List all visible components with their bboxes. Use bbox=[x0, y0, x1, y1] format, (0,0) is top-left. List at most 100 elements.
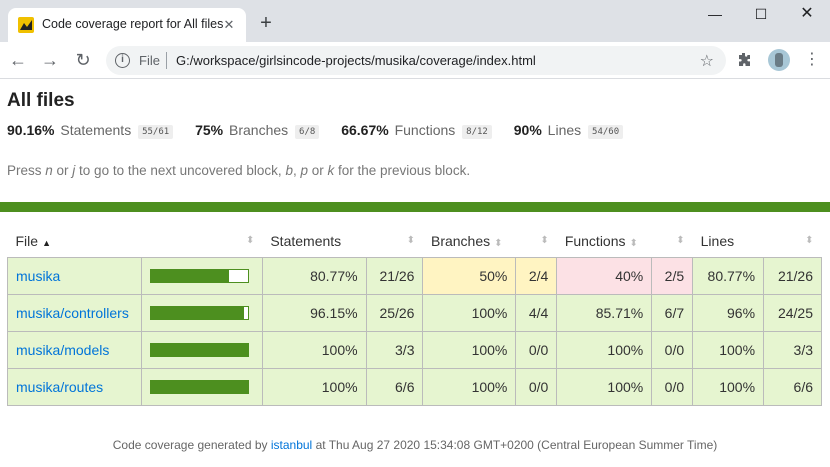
lines-pct-cell: 80.77% bbox=[692, 256, 765, 295]
col-header-statements-raw[interactable]: ⬍ bbox=[366, 225, 423, 257]
coverage-bar-fill bbox=[150, 380, 248, 393]
summary-fraction: 55/61 bbox=[138, 125, 174, 139]
minimize-button[interactable]: — bbox=[692, 0, 738, 30]
istanbul-link[interactable]: istanbul bbox=[271, 438, 312, 452]
functions-frac-cell: 6/7 bbox=[651, 293, 694, 332]
col-header-lines[interactable]: Lines bbox=[693, 225, 764, 257]
star-icon[interactable]: ☆ bbox=[700, 51, 714, 71]
col-header-functions[interactable]: Functions ⬍ bbox=[557, 225, 652, 257]
file-cell[interactable]: musika/routes bbox=[7, 367, 142, 406]
col-header-branches[interactable]: Branches ⬍ bbox=[423, 225, 516, 257]
branches-frac-cell: 0/0 bbox=[515, 330, 558, 369]
file-link[interactable]: musika bbox=[16, 268, 60, 284]
browser-tab[interactable]: Code coverage report for All files ✕ bbox=[8, 8, 246, 42]
statements-pct-cell: 100% bbox=[261, 367, 367, 406]
summary-fraction: 8/12 bbox=[462, 125, 492, 139]
col-header-file-bar[interactable]: ⬍ bbox=[141, 225, 262, 257]
coverage-bar bbox=[149, 342, 249, 357]
summary-label: Branches bbox=[229, 122, 289, 138]
lines-pct-cell: 100% bbox=[692, 330, 765, 369]
summary-label: Statements bbox=[60, 122, 132, 138]
col-header-functions-raw[interactable]: ⬍ bbox=[652, 225, 693, 257]
file-cell[interactable]: musika bbox=[7, 256, 142, 295]
functions-pct-cell: 100% bbox=[556, 330, 653, 369]
summary-pct: 66.67% bbox=[341, 122, 389, 138]
col-header-lines-raw[interactable]: ⬍ bbox=[764, 225, 822, 257]
branches-pct-cell: 50% bbox=[422, 256, 517, 295]
file-link[interactable]: musika/models bbox=[16, 342, 109, 358]
statements-pct-cell: 80.77% bbox=[261, 256, 367, 295]
table-row: musika 80.77% 21/26 50% 2/4 40% 2/5 80.77% 21/26 bbox=[7, 256, 822, 295]
coverage-page: All files 90.16% Statements 55/61 75% Br… bbox=[0, 80, 830, 467]
info-icon[interactable]: i bbox=[115, 53, 130, 68]
lines-pct-cell: 100% bbox=[692, 367, 765, 406]
col-header-file[interactable]: File ▲ bbox=[8, 225, 142, 257]
functions-frac-cell: 0/0 bbox=[651, 330, 694, 369]
functions-pct-cell: 100% bbox=[556, 367, 653, 406]
new-tab-button[interactable]: + bbox=[256, 13, 276, 33]
branches-frac-cell: 2/4 bbox=[515, 256, 558, 295]
sort-icon: ⬍ bbox=[805, 235, 814, 247]
statements-pct-cell: 96.15% bbox=[261, 293, 367, 332]
summary-statements: 90.16% Statements 55/61 bbox=[7, 122, 174, 139]
summary-fraction: 54/60 bbox=[588, 125, 624, 139]
file-link[interactable]: musika/routes bbox=[16, 379, 103, 395]
reload-button[interactable]: ↻ bbox=[71, 49, 95, 73]
page-title: All files bbox=[7, 90, 75, 111]
file-link[interactable]: musika/controllers bbox=[16, 305, 129, 321]
sort-icon: ⬍ bbox=[629, 237, 638, 249]
coverage-table: File ▲ ⬍ Statements ⬍ Branches ⬍ ⬍ Functio… bbox=[7, 225, 822, 406]
browser-toolbar: ← → ↻ i File G:/workspace/girlsincode-pr… bbox=[0, 42, 830, 79]
sort-icon: ⬍ bbox=[676, 235, 685, 247]
url-text[interactable]: G:/workspace/girlsincode-projects/musika… bbox=[176, 53, 536, 68]
statements-frac-cell: 25/26 bbox=[365, 293, 424, 332]
forward-button[interactable]: → bbox=[38, 49, 62, 73]
statements-frac-cell: 21/26 bbox=[365, 256, 424, 295]
coverage-bar-fill bbox=[150, 306, 245, 319]
status-bar bbox=[0, 202, 830, 212]
summary-pct: 90.16% bbox=[7, 122, 55, 138]
coverage-bar-cell bbox=[140, 256, 263, 295]
maximize-button[interactable]: ☐ bbox=[738, 0, 784, 30]
lines-frac-cell: 21/26 bbox=[763, 256, 822, 295]
sort-icon: ⬍ bbox=[406, 235, 415, 247]
functions-frac-cell: 0/0 bbox=[651, 367, 694, 406]
summary-label: Lines bbox=[547, 122, 582, 138]
keyboard-hint: Press n or j to go to the next uncovered… bbox=[7, 163, 471, 178]
lines-frac-cell: 3/3 bbox=[763, 330, 822, 369]
table-header-row: File ▲ ⬍ Statements ⬍ Branches ⬍ ⬍ Functio… bbox=[8, 225, 822, 257]
tab-close-icon[interactable]: ✕ bbox=[220, 16, 238, 34]
branches-pct-cell: 100% bbox=[422, 330, 517, 369]
tab-title: Code coverage report for All files bbox=[42, 17, 224, 31]
file-cell[interactable]: musika/controllers bbox=[7, 293, 142, 332]
col-header-statements[interactable]: Statements bbox=[262, 225, 366, 257]
footer: Code coverage generated by istanbul at T… bbox=[112, 438, 718, 452]
coverage-bar bbox=[149, 379, 249, 394]
table-row: musika/controllers 96.15% 25/26 100% 4/4 85.7… bbox=[7, 293, 822, 332]
coverage-bar-cell bbox=[140, 293, 263, 332]
coverage-bar-cell bbox=[140, 367, 263, 406]
table-row: musika/models 100% 3/3 100% 0/0 100% 0/0 100% 3/… bbox=[7, 330, 822, 369]
lines-frac-cell: 24/25 bbox=[763, 293, 822, 332]
file-cell[interactable]: musika/models bbox=[7, 330, 142, 369]
sort-icon: ⬍ bbox=[494, 237, 503, 249]
coverage-bar bbox=[149, 268, 249, 283]
statements-frac-cell: 6/6 bbox=[365, 367, 424, 406]
summary-pct: 75% bbox=[195, 122, 224, 138]
puzzle-icon[interactable] bbox=[736, 52, 752, 68]
kebab-menu-icon[interactable]: ⋮ bbox=[804, 50, 820, 70]
back-button[interactable]: ← bbox=[6, 49, 30, 73]
summary-lines: 90% Lines 54/60 bbox=[514, 122, 624, 139]
lines-frac-cell: 6/6 bbox=[763, 367, 822, 406]
sort-icon: ⬍ bbox=[540, 235, 549, 247]
branches-pct-cell: 100% bbox=[422, 293, 517, 332]
branches-frac-cell: 0/0 bbox=[515, 367, 558, 406]
address-bar[interactable]: i File G:/workspace/girlsincode-projects… bbox=[106, 46, 726, 75]
table-row: musika/routes 100% 6/6 100% 0/0 100% 0/0 100% 6/… bbox=[7, 367, 822, 406]
functions-pct-cell: 40% bbox=[556, 256, 653, 295]
lines-pct-cell: 96% bbox=[692, 293, 765, 332]
close-window-button[interactable]: ✕ bbox=[784, 0, 830, 30]
coverage-bar bbox=[149, 305, 249, 320]
profile-avatar[interactable] bbox=[768, 49, 790, 71]
col-header-branches-raw[interactable]: ⬍ bbox=[516, 225, 557, 257]
